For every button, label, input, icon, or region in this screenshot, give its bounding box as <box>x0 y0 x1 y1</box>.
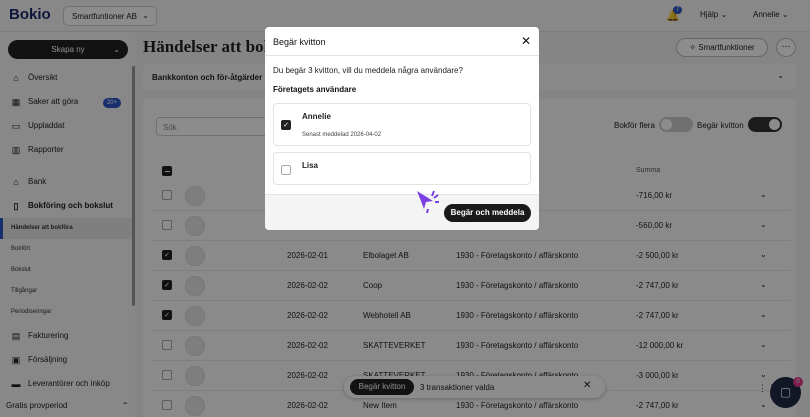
user-name: Annelie <box>302 112 331 121</box>
user-card-lisa[interactable]: Lisa <box>273 152 531 185</box>
modal-header: Begär kvitton ✕ <box>265 27 539 56</box>
request-and-notify-button[interactable]: Begär och meddela <box>444 204 531 222</box>
modal-question: Du begär 3 kvitton, vill du meddela någr… <box>273 66 463 75</box>
user-card-annelie[interactable]: ✓ Annelie Senast meddelad 2026-04-02 <box>273 103 531 146</box>
close-icon[interactable]: ✕ <box>521 34 531 48</box>
user-checkbox-annelie[interactable]: ✓ <box>281 120 291 130</box>
user-last-notified: Senast meddelad 2026-04-02 <box>302 132 382 138</box>
request-receipts-modal: Begär kvitton ✕ Du begär 3 kvitton, vill… <box>265 27 539 230</box>
modal-title: Begär kvitton <box>273 37 326 47</box>
modal-users-heading: Företagets användare <box>273 85 357 94</box>
user-checkbox-lisa[interactable] <box>281 165 291 175</box>
user-name: Lisa <box>302 161 319 170</box>
modal-footer: Begär och meddela <box>265 190 539 230</box>
cursor-pointer-icon <box>417 190 439 214</box>
